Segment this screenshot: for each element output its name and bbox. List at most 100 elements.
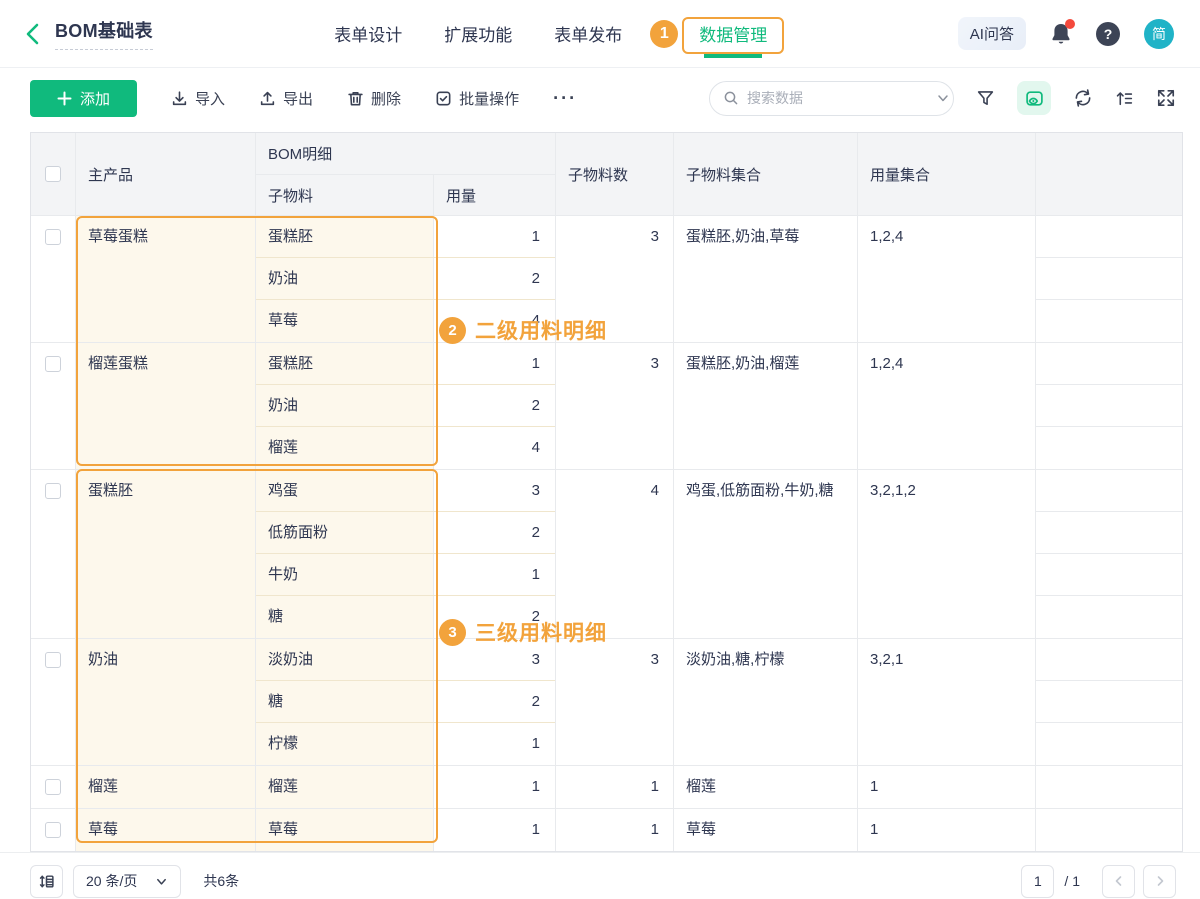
row-checkbox[interactable] xyxy=(45,356,61,372)
header-select-cell xyxy=(31,133,76,215)
help-button[interactable]: ? xyxy=(1096,22,1120,46)
back-button[interactable] xyxy=(24,22,41,46)
next-page-button[interactable] xyxy=(1143,865,1176,898)
materials-cell: 蛋糕胚,奶油,草莓 xyxy=(674,216,858,342)
more-actions-button[interactable]: ··· xyxy=(553,88,577,109)
pagination-footer: 20 条/页 共6条 1 / 1 xyxy=(0,852,1200,899)
row-checkbox[interactable] xyxy=(45,652,61,668)
row-checkbox[interactable] xyxy=(45,779,61,795)
sub-qty-cell: 1 xyxy=(434,723,554,765)
batch-operation-button[interactable]: 批量操作 xyxy=(435,88,519,109)
add-button[interactable]: 添加 xyxy=(30,80,137,117)
empty-sub-cell xyxy=(1036,766,1182,808)
row-height-icon xyxy=(38,873,55,890)
page-size-select[interactable]: 20 条/页 xyxy=(73,865,181,898)
tab-form-publish[interactable]: 表单发布 xyxy=(554,21,622,46)
sub-material-cell: 蛋糕胚 xyxy=(256,343,434,384)
col-header-empty xyxy=(1036,133,1182,215)
col-header-material: 子物料 xyxy=(256,175,434,215)
row-select-cell xyxy=(31,470,76,638)
empty-col xyxy=(1036,470,1182,638)
row-checkbox[interactable] xyxy=(45,483,61,499)
product-cell: 草莓 xyxy=(76,809,256,851)
toolbar-right xyxy=(709,81,1176,116)
tab-data-management-wrap: 1 数据管理 xyxy=(682,21,784,46)
count-cell: 3 xyxy=(556,343,674,469)
current-page-input[interactable]: 1 xyxy=(1021,865,1054,898)
table-body: 草莓蛋糕 蛋糕胚1奶油2草莓4 3 蛋糕胚,奶油,草莓 1,2,4 榴莲蛋糕 蛋… xyxy=(31,216,1182,851)
qtys-cell: 1 xyxy=(858,809,1036,851)
import-button[interactable]: 导入 xyxy=(171,88,225,109)
refresh-button[interactable] xyxy=(1073,88,1093,108)
empty-col xyxy=(1036,639,1182,765)
logo-text: 简 xyxy=(1152,24,1166,44)
sub-material-cell: 蛋糕胚 xyxy=(256,216,434,257)
export-icon xyxy=(259,90,276,107)
export-button[interactable]: 导出 xyxy=(259,88,313,109)
tab-form-design[interactable]: 表单设计 xyxy=(334,21,402,46)
row-checkbox[interactable] xyxy=(45,822,61,838)
count-cell: 3 xyxy=(556,639,674,765)
empty-sub-cell xyxy=(1036,343,1182,385)
bom-details-col: 鸡蛋3低筋面粉2牛奶1糖2 xyxy=(256,470,556,638)
filter-button[interactable] xyxy=(976,89,995,108)
tab-data-management[interactable]: 数据管理 xyxy=(682,17,784,54)
col-header-bom-detail: BOM明细 xyxy=(256,133,555,175)
search-input[interactable] xyxy=(747,90,928,106)
count-cell: 1 xyxy=(556,809,674,851)
sort-button[interactable] xyxy=(1115,89,1134,108)
ai-qa-button[interactable]: AI问答 xyxy=(958,17,1026,50)
sub-material-cell: 奶油 xyxy=(256,258,434,299)
delete-button[interactable]: 删除 xyxy=(347,88,401,109)
annotation-step-1-badge: 1 xyxy=(650,20,678,48)
prev-page-button[interactable] xyxy=(1102,865,1135,898)
qtys-cell: 1 xyxy=(858,766,1036,808)
toolbar-actions: 导入 导出 删除 批量操作 ··· xyxy=(171,88,577,109)
empty-sub-cell xyxy=(1036,596,1182,638)
account-logo[interactable]: 简 xyxy=(1144,19,1174,49)
sub-material-cell: 牛奶 xyxy=(256,554,434,595)
bom-detail-row: 蛋糕胚1 xyxy=(256,216,555,258)
table-row: 草莓蛋糕 蛋糕胚1奶油2草莓4 3 蛋糕胚,奶油,草莓 1,2,4 xyxy=(31,216,1182,343)
col-header-count: 子物料数 xyxy=(556,133,674,215)
sub-qty-cell: 2 xyxy=(434,385,554,426)
materials-cell: 草莓 xyxy=(674,809,858,851)
bom-detail-row: 淡奶油3 xyxy=(256,639,555,681)
checked-square-icon xyxy=(435,90,452,107)
sub-qty-cell: 2 xyxy=(434,258,554,299)
tab-extensions[interactable]: 扩展功能 xyxy=(444,21,512,46)
empty-sub-cell xyxy=(1036,512,1182,554)
empty-col xyxy=(1036,216,1182,342)
empty-sub-cell xyxy=(1036,470,1182,512)
qtys-cell: 3,2,1,2 xyxy=(858,470,1036,638)
table-row: 蛋糕胚 鸡蛋3低筋面粉2牛奶1糖2 4 鸡蛋,低筋面粉,牛奶,糖 3,2,1,2 xyxy=(31,470,1182,639)
fullscreen-button[interactable] xyxy=(1156,88,1176,108)
materials-cell: 蛋糕胚,奶油,榴莲 xyxy=(674,343,858,469)
display-settings-button[interactable] xyxy=(1017,81,1051,115)
row-height-button[interactable] xyxy=(30,865,63,898)
sub-qty-cell: 2 xyxy=(434,596,554,638)
col-header-qty: 用量 xyxy=(434,175,554,215)
row-select-cell xyxy=(31,766,76,808)
expand-icon xyxy=(1156,88,1176,108)
bom-detail-row: 榴莲1 xyxy=(256,766,555,808)
sub-material-cell: 鸡蛋 xyxy=(256,470,434,511)
count-cell: 3 xyxy=(556,216,674,342)
plus-icon xyxy=(57,91,72,106)
data-toolbar: 添加 导入 导出 删除 批量操作 ··· xyxy=(0,68,1200,124)
empty-sub-cell xyxy=(1036,809,1182,851)
sub-qty-cell: 4 xyxy=(434,300,554,342)
row-checkbox[interactable] xyxy=(45,229,61,245)
sub-qty-cell: 1 xyxy=(434,216,554,257)
chevron-down-icon[interactable] xyxy=(936,91,950,105)
col-header-qtys: 用量集合 xyxy=(858,133,1036,215)
col-header-materials: 子物料集合 xyxy=(674,133,858,215)
select-all-checkbox[interactable] xyxy=(45,166,61,182)
pager: 1 / 1 xyxy=(1021,865,1176,898)
notification-button[interactable] xyxy=(1050,22,1072,46)
delete-label: 删除 xyxy=(371,88,401,109)
bom-detail-row: 鸡蛋3 xyxy=(256,470,555,512)
header-right: AI问答 ? 简 xyxy=(958,17,1174,50)
chevron-left-icon xyxy=(24,22,41,46)
sub-qty-cell: 1 xyxy=(434,809,554,851)
